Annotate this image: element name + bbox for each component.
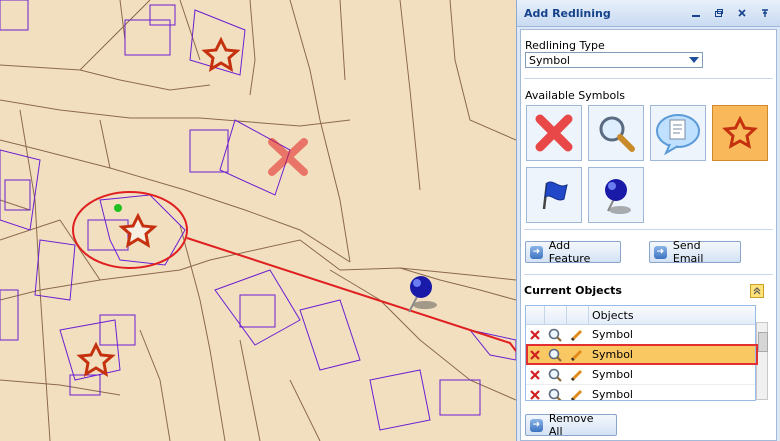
star-marker[interactable]: [76, 341, 116, 377]
object-label: Symbol: [592, 348, 633, 361]
panel-content: Redlining Type Symbol Available Symbols: [520, 29, 777, 441]
redlining-type-select[interactable]: Symbol: [525, 52, 703, 68]
objects-column-header[interactable]: Objects: [592, 309, 634, 322]
symbol-star[interactable]: [712, 105, 768, 161]
restore-icon[interactable]: [711, 5, 727, 21]
delete-icon[interactable]: [528, 348, 542, 362]
blue-flag-icon: [542, 181, 568, 210]
symbol-magnifier[interactable]: [588, 105, 644, 161]
edit-pencil-icon[interactable]: [570, 348, 584, 362]
x-marker[interactable]: [268, 138, 308, 176]
pushpin-marker[interactable]: [408, 276, 437, 313]
green-point-marker[interactable]: [114, 204, 122, 212]
remove-all-button[interactable]: ➜ Remove All: [525, 412, 617, 438]
current-objects-grid: Objects Symbol Symbol Symbol Symbol: [525, 305, 756, 401]
object-label: Symbol: [592, 328, 633, 341]
map-canvas[interactable]: [0, 0, 516, 441]
table-row[interactable]: Symbol: [526, 345, 755, 365]
collapse-icon[interactable]: [750, 284, 764, 298]
symbol-pushpin[interactable]: [588, 167, 644, 223]
pin-icon[interactable]: [757, 5, 773, 21]
speech-bubble-document-icon: [656, 114, 700, 155]
symbol-red-x[interactable]: [526, 105, 582, 161]
object-label: Symbol: [592, 388, 633, 401]
divider: [524, 78, 773, 79]
symbol-speech-bubble[interactable]: [650, 105, 706, 161]
edit-pencil-icon[interactable]: [570, 368, 584, 382]
panel-titlebar: Add Redlining: [517, 0, 780, 27]
minimize-icon[interactable]: [688, 5, 704, 21]
grid-scrollbar[interactable]: [756, 322, 768, 400]
arrow-right-icon: ➜: [530, 418, 543, 432]
add-feature-button[interactable]: ➜ Add Feature: [525, 239, 621, 265]
redlining-type-label: Redlining Type: [525, 39, 605, 52]
add-redlining-panel: Add Redlining Redlining Type Symbol Avai…: [516, 0, 780, 441]
delete-icon[interactable]: [528, 328, 542, 342]
grid-header: Objects: [526, 306, 755, 325]
magnifier-icon: [599, 116, 635, 152]
remove-all-label: Remove All: [548, 412, 594, 438]
star-marker[interactable]: [201, 36, 241, 72]
close-icon[interactable]: [734, 5, 750, 21]
map-view[interactable]: [0, 0, 516, 441]
table-row[interactable]: Symbol: [526, 325, 755, 345]
zoom-icon[interactable]: [548, 388, 562, 400]
star-icon: [722, 115, 758, 149]
arrow-right-icon: ➜: [654, 245, 667, 259]
symbol-blue-flag[interactable]: [526, 167, 582, 223]
object-label: Symbol: [592, 368, 633, 381]
available-symbols-label: Available Symbols: [525, 89, 625, 102]
redlining-type-value: Symbol: [529, 54, 570, 67]
edit-pencil-icon[interactable]: [570, 328, 584, 342]
panel-title: Add Redlining: [524, 6, 611, 20]
send-email-label: Send Email: [672, 239, 704, 265]
delete-icon[interactable]: [528, 388, 542, 400]
edit-pencil-icon[interactable]: [570, 388, 584, 400]
arrow-right-icon: ➜: [530, 245, 543, 259]
zoom-icon[interactable]: [548, 368, 562, 382]
scrollbar-thumb[interactable]: [758, 332, 768, 352]
red-x-icon: [535, 114, 573, 152]
divider: [524, 229, 773, 230]
add-feature-label: Add Feature: [548, 239, 591, 265]
chevron-down-icon[interactable]: [689, 57, 699, 63]
delete-icon[interactable]: [528, 368, 542, 382]
table-row[interactable]: Symbol: [526, 385, 755, 401]
pushpin-icon: [605, 179, 631, 214]
zoom-icon[interactable]: [548, 348, 562, 362]
divider: [524, 274, 773, 275]
table-row[interactable]: Symbol: [526, 365, 755, 385]
send-email-button[interactable]: ➜ Send Email: [649, 239, 741, 265]
zoom-icon[interactable]: [548, 328, 562, 342]
current-objects-label: Current Objects: [524, 284, 622, 297]
